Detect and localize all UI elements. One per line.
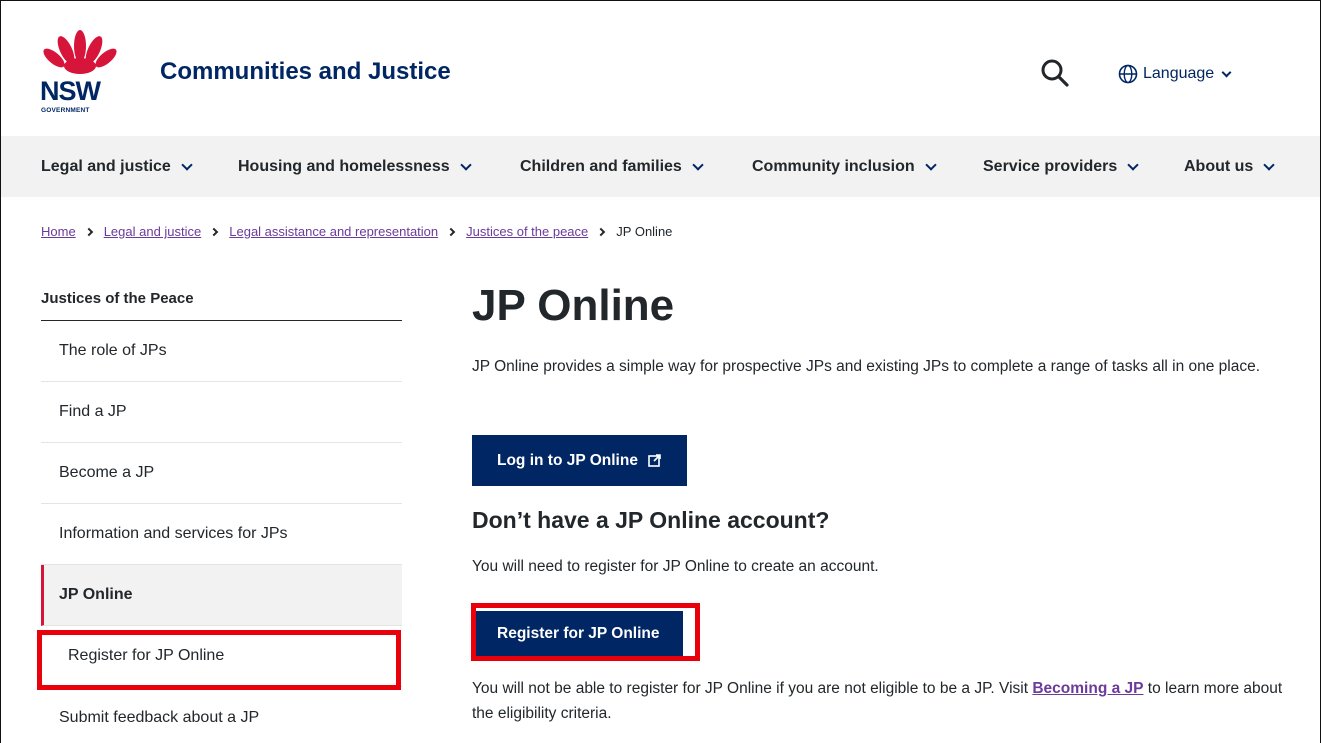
nav-item-housing-and-homelessness[interactable]: Housing and homelessness	[238, 136, 472, 197]
sidebar-item-label: Register for JP Online	[68, 647, 225, 664]
register-button[interactable]: Register for JP Online	[476, 611, 683, 657]
breadcrumb-link-home[interactable]: Home	[41, 224, 76, 239]
chevron-right-icon	[597, 227, 606, 236]
eligibility-note-text: You will not be able to register for JP …	[472, 680, 1033, 697]
logo-subtext: GOVERNMENT	[41, 107, 90, 114]
chevron-down-icon	[1127, 158, 1139, 171]
nav-item-label: Service providers	[983, 157, 1118, 175]
sidebar-item-label: JP Online	[59, 586, 133, 603]
nav-item-children-and-families[interactable]: Children and families	[520, 136, 704, 197]
breadcrumb: Home Legal and justice Legal assistance …	[41, 224, 672, 239]
chevron-down-icon	[1263, 158, 1275, 171]
nav-item-about-us[interactable]: About us	[1184, 136, 1275, 197]
chevron-right-icon	[210, 227, 219, 236]
chevron-down-icon	[1221, 67, 1232, 77]
sidebar-item-role-of-jps[interactable]: The role of JPs	[41, 321, 402, 382]
site-title[interactable]: Communities and Justice	[160, 58, 451, 86]
nav-item-label: Legal and justice	[41, 157, 171, 175]
language-label: Language	[1143, 65, 1215, 82]
main-content: JP Online JP Online provides a simple wa…	[472, 280, 1292, 722]
sidebar-item-jp-online[interactable]: JP Online	[41, 565, 402, 626]
breadcrumb-link-legal-and-justice[interactable]: Legal and justice	[104, 224, 202, 239]
external-link-icon	[648, 454, 661, 467]
sidebar-item-label: Become a JP	[59, 464, 155, 481]
chevron-down-icon	[925, 158, 937, 171]
search-icon	[1041, 59, 1069, 87]
globe-icon	[1118, 64, 1138, 84]
search-button[interactable]	[1038, 56, 1072, 90]
sidebar-item-become-a-jp[interactable]: Become a JP	[41, 443, 402, 504]
chevron-right-icon	[84, 227, 93, 236]
sidebar-item-label: Submit feedback about a JP	[59, 708, 260, 726]
nav-item-label: About us	[1184, 157, 1254, 175]
sidebar-item-label: Find a JP	[59, 403, 127, 420]
logo-text: NSW	[40, 76, 101, 106]
chevron-right-icon	[446, 227, 456, 236]
becoming-a-jp-link[interactable]: Becoming a JP	[1032, 680, 1143, 697]
login-button-label: Log in to JP Online	[497, 451, 638, 469]
nav-item-label: Housing and homelessness	[238, 157, 450, 175]
nav-item-label: Children and families	[520, 157, 682, 175]
login-button[interactable]: Log in to JP Online	[472, 435, 687, 486]
language-button[interactable]: Language	[1118, 62, 1232, 86]
chevron-down-icon	[692, 158, 704, 171]
nav-item-legal-and-justice[interactable]: Legal and justice	[41, 136, 193, 197]
eligibility-note: You will not be able to register for JP …	[472, 677, 1292, 727]
breadcrumb-link-legal-assistance[interactable]: Legal assistance and representation	[229, 224, 438, 239]
sidebar-item-register-for-jp-online[interactable]: Register for JP Online	[41, 626, 402, 687]
nav-item-label: Community inclusion	[752, 157, 915, 175]
chevron-down-icon	[181, 158, 193, 171]
site-header: NSW GOVERNMENT Communities and Justice L…	[0, 0, 1321, 136]
register-info-text: You will need to register for JP Online …	[472, 558, 879, 575]
nav-item-service-providers[interactable]: Service providers	[983, 136, 1139, 197]
sidebar-item-submit-feedback[interactable]: Submit feedback about a JP	[41, 687, 402, 743]
sidebar-heading[interactable]: Justices of the Peace	[41, 274, 402, 321]
nav-item-community-inclusion[interactable]: Community inclusion	[752, 136, 937, 197]
intro-text: JP Online provides a simple way for pros…	[472, 357, 1261, 375]
page-title: JP Online	[472, 281, 675, 330]
sidebar-nav: Justices of the Peace The role of JPs Fi…	[41, 274, 402, 743]
sidebar-item-information-and-services[interactable]: Information and services for JPs	[41, 504, 402, 565]
no-account-heading: Don’t have a JP Online account?	[472, 507, 830, 533]
chevron-down-icon	[459, 158, 472, 171]
sidebar-item-label: Information and services for JPs	[59, 525, 288, 542]
sidebar-item-find-a-jp[interactable]: Find a JP	[41, 382, 402, 443]
sidebar-item-label: The role of JPs	[59, 342, 167, 359]
breadcrumb-link-justices-of-the-peace[interactable]: Justices of the peace	[466, 224, 588, 239]
register-button-label: Register for JP Online	[497, 625, 660, 642]
breadcrumb-current: JP Online	[616, 224, 673, 239]
main-nav: Legal and justice Housing and homelessne…	[1, 136, 1320, 197]
